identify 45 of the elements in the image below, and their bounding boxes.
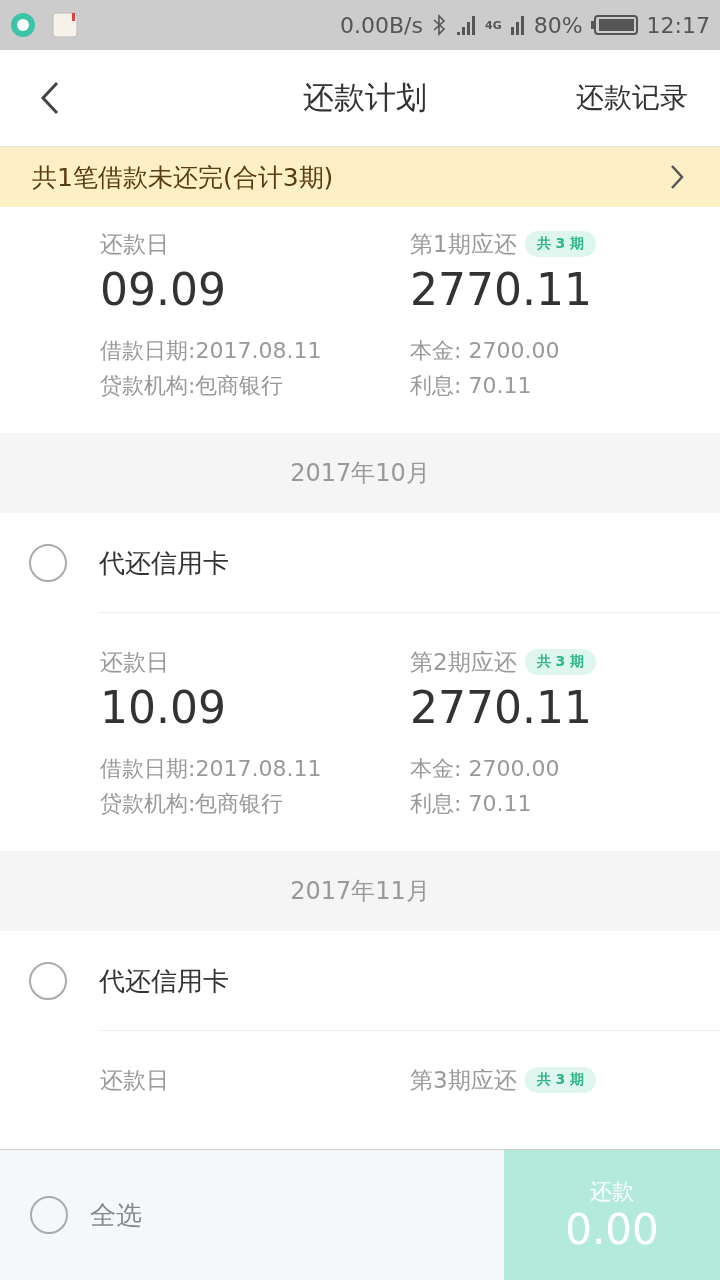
loan-date: 借款日期:2017.08.11: [100, 755, 323, 783]
repay-day-label: 还款日: [100, 648, 170, 677]
month-heading: 2017年11月: [290, 876, 430, 907]
installment-count-badge: 共 3 期: [524, 649, 597, 675]
repay-day-label: 还款日: [100, 1066, 170, 1095]
amount-due: 2770.11: [410, 263, 593, 317]
bluetooth-icon: [431, 13, 447, 37]
repay-day: 10.09: [100, 677, 410, 739]
battery-percent: 80%: [533, 12, 583, 38]
lender: 贷款机构:包商银行: [100, 372, 285, 400]
month-heading: 2017年10月: [290, 458, 430, 489]
interest: 利息: 70.11: [410, 790, 533, 818]
interest: 利息: 70.11: [410, 372, 533, 400]
signal-icon: [509, 14, 526, 36]
principal: 本金: 2700.00: [410, 755, 561, 783]
note-app-icon: [52, 12, 78, 38]
back-icon: [40, 81, 60, 115]
notice-banner[interactable]: 共1笔借款未还完(合计3期): [0, 147, 720, 207]
installment-label: 第3期应还: [410, 1066, 517, 1095]
signal-icon: [455, 14, 477, 36]
principal: 本金: 2700.00: [410, 337, 561, 365]
clock: 12:17: [646, 12, 710, 38]
select-all-radio[interactable]: [30, 1196, 68, 1234]
network-type: 4G: [485, 18, 502, 32]
network-speed: 0.00B/s: [340, 12, 423, 38]
loan-title: 代还信用卡: [99, 964, 229, 998]
amount-due: 2770.11: [410, 681, 593, 735]
page-title: 还款计划: [303, 78, 427, 117]
installment-label: 第1期应还: [410, 230, 517, 259]
chevron-right-icon: [670, 164, 684, 190]
installment-count-badge: 共 3 期: [524, 231, 597, 257]
chat-app-icon: [10, 12, 36, 38]
loan-title: 代还信用卡: [99, 546, 229, 580]
installment-count-badge: 共 3 期: [524, 1067, 597, 1093]
repay-day-label: 还款日: [100, 230, 170, 259]
repay-day: 09.09: [100, 259, 410, 321]
lender: 贷款机构:包商银行: [100, 790, 285, 818]
select-radio[interactable]: [29, 544, 67, 582]
select-all-label: 全选: [90, 1198, 142, 1232]
installment-label: 第2期应还: [410, 648, 517, 677]
battery-icon: [590, 14, 639, 36]
select-radio[interactable]: [29, 962, 67, 1000]
notice-text: 共1笔借款未还完(合计3期): [32, 161, 334, 194]
loan-date: 借款日期:2017.08.11: [100, 337, 323, 365]
repayment-records-link[interactable]: 还款记录: [576, 79, 688, 117]
